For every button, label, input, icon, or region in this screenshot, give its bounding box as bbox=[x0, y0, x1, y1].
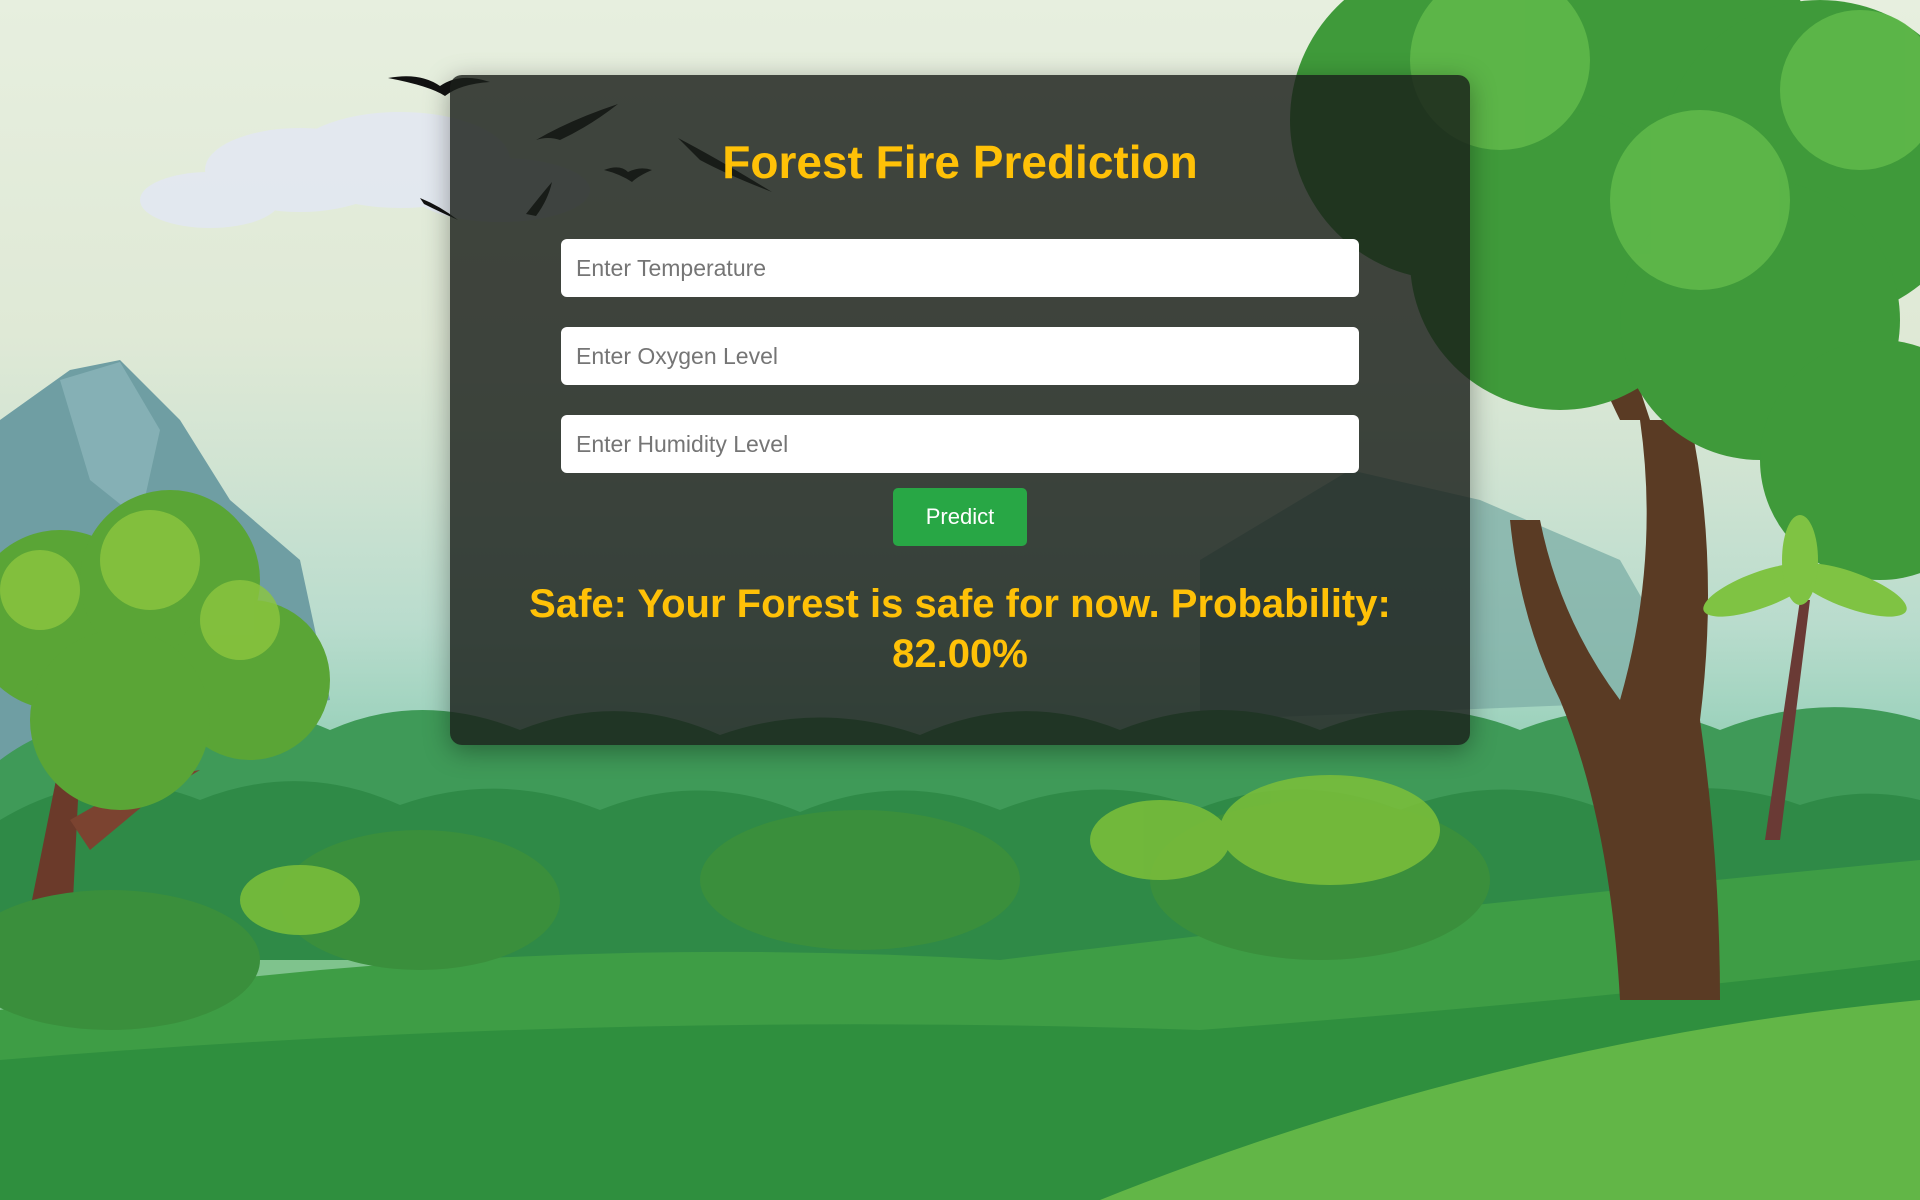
predict-button[interactable]: Predict bbox=[893, 488, 1027, 546]
temperature-input[interactable] bbox=[561, 239, 1359, 297]
prediction-result: Safe: Your Forest is safe for now. Proba… bbox=[529, 582, 1391, 676]
page-title: Forest Fire Prediction bbox=[722, 136, 1198, 188]
humidity-level-input[interactable] bbox=[561, 415, 1359, 473]
oxygen-level-input[interactable] bbox=[561, 327, 1359, 385]
prediction-card: Forest Fire Prediction Predict Safe: You… bbox=[450, 75, 1470, 745]
